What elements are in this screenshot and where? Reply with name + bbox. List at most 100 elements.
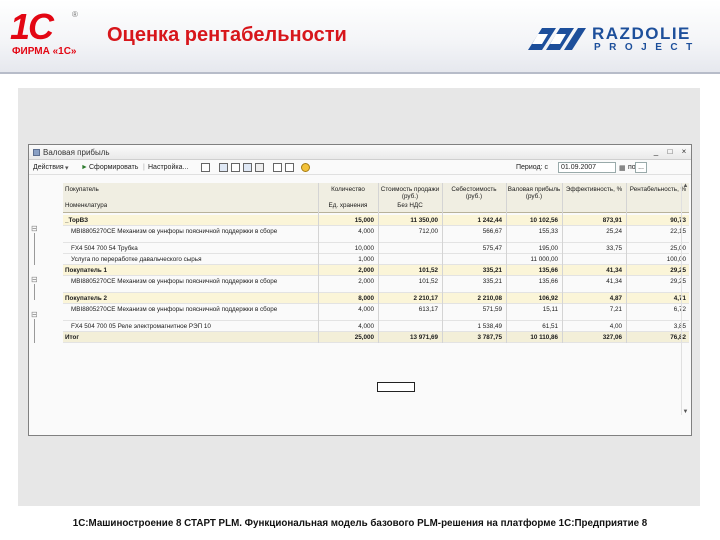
cell-sales: 613,17 — [418, 306, 438, 313]
cell-cost: 3 787,75 — [477, 334, 502, 341]
period-to-field[interactable]: ... — [635, 162, 647, 173]
row-name: Покупатель 2 — [65, 295, 108, 302]
cell-qty: 10,000 — [354, 245, 374, 252]
close-icon[interactable]: × — [679, 147, 689, 157]
help-icon[interactable] — [301, 163, 310, 172]
header-sales-net: Без НДС — [397, 202, 423, 209]
table-row[interactable]: MBI8805270CE Механизм ов уннфоры пояснич… — [63, 226, 689, 243]
cell-cost: 1 538,49 — [477, 323, 502, 330]
header-sales: Стоимость продажи (руб.) — [380, 186, 440, 200]
header-efficiency: Эффективность, % — [565, 186, 623, 193]
row-name: FX4 504 700 54 Трубка — [71, 245, 138, 252]
collapse-group-2-icon[interactable]: ⊟ — [31, 276, 38, 284]
cell-qty: 4,000 — [358, 323, 374, 330]
cell-qty: 25,000 — [354, 334, 374, 341]
collapse-group-3-icon[interactable]: ⊟ — [31, 311, 38, 319]
cell-sales: 712,00 — [418, 228, 438, 235]
calendar-icon[interactable]: ▦ — [619, 164, 626, 172]
slide-footer: 1С:Машиностроение 8 СТАРТ PLM. Функциона… — [72, 518, 648, 529]
row-name: Покупатель 1 — [65, 267, 108, 274]
cell-eff: 873,91 — [602, 217, 622, 224]
filter-icon[interactable] — [273, 163, 282, 172]
cell-eff: 25,24 — [606, 228, 622, 235]
table-row[interactable]: MBI8805270CE Механизм ов уннфоры пояснич… — [63, 304, 689, 321]
cell-gross: 15,11 — [542, 306, 558, 313]
cell-gross: 106,92 — [538, 295, 558, 302]
table-header: Покупатель Номенклатура Количество Ед. х… — [63, 183, 689, 213]
row-name: Итог — [65, 334, 79, 341]
cell-eff: 33,75 — [606, 245, 622, 252]
cell-qty: 8,000 — [358, 295, 374, 302]
actions-menu[interactable]: Действия — [33, 164, 64, 171]
cell-cost: 2 210,08 — [477, 295, 502, 302]
list-icon[interactable] — [231, 163, 240, 172]
cell-sales: 13 971,69 — [409, 334, 438, 341]
vertical-scrollbar[interactable]: ▲ ▼ — [681, 183, 689, 415]
cell-cost: 566,67 — [482, 228, 502, 235]
actions-chevron-down-icon[interactable]: ▾ — [65, 164, 69, 172]
cell-gross: 195,00 — [538, 245, 558, 252]
row-name: MBI8805270CE Механизм ов уннфоры пояснич… — [71, 278, 278, 285]
cell-qty: 2,000 — [358, 267, 374, 274]
cell-qty: 1,000 — [358, 256, 374, 263]
period-from-field[interactable]: 01.09.2007 — [558, 162, 616, 173]
cell-sales: 11 350,00 — [410, 217, 438, 224]
1c-logo-mark: 1С — [10, 6, 54, 47]
razdolie-logo: RAZDOLIE PROJECT — [522, 24, 712, 56]
header-gross: Валовая прибыль (руб.) — [507, 186, 561, 200]
scroll-down-icon[interactable]: ▼ — [682, 409, 689, 415]
table-row[interactable]: FX4 504 700 54 Трубка 10,000 575,47 195,00 3… — [63, 243, 689, 254]
slide-header: 1С ® ФИРМА «1С» Оценка рентабельности RA… — [0, 0, 720, 74]
header-unit: Ед. хранения — [328, 202, 368, 209]
table-row[interactable]: FX4 504 700 05 Реле электромагнитное РЭП… — [63, 321, 689, 332]
cell-sales: 2 210,17 — [413, 295, 438, 302]
cell-qty: 4,000 — [358, 228, 374, 235]
total-row[interactable]: Итог 25,000 13 971,69 3 787,75 10 110,86 327,… — [63, 332, 689, 343]
partner-sub: PROJECT — [594, 42, 701, 53]
1c-firma-label: ФИРМА «1С» — [12, 46, 77, 57]
header-profitability: Рентабельность, % — [629, 186, 687, 193]
report-table: Покупатель Номенклатура Количество Ед. х… — [63, 183, 691, 365]
generate-button[interactable]: Сформировать — [89, 164, 138, 171]
cell-eff: 7,21 — [609, 306, 622, 313]
collapse-group-1-icon[interactable]: ⊟ — [31, 225, 38, 233]
row-name: MBI8805270CE Механизм ов уннфоры пояснич… — [71, 306, 278, 313]
window-title: Валовая прибыль — [43, 148, 110, 157]
razdolie-mark-icon — [528, 28, 586, 50]
header-customer: Покупатель — [65, 186, 99, 193]
group-row[interactable]: Покупатель 1 2,000 101,52 335,21 135,66 41,34… — [63, 265, 689, 276]
cell-gross: 135,66 — [538, 278, 558, 285]
play-icon[interactable]: ► — [81, 164, 88, 171]
selection-rectangle — [377, 382, 415, 392]
print-icon[interactable] — [255, 163, 264, 172]
cell-qty: 15,000 — [354, 217, 374, 224]
cell-eff: 4,87 — [609, 295, 622, 302]
cell-cost: 575,47 — [482, 245, 502, 252]
maximize-icon[interactable]: □ — [665, 147, 675, 157]
partner-name: RAZDOLIE — [592, 24, 691, 43]
table-icon[interactable] — [243, 163, 252, 172]
slide-title: Оценка рентабельности — [107, 24, 347, 46]
report-settings-icon[interactable] — [219, 163, 228, 172]
row-name: MBI8805270CE Механизм ов уннфоры пояснич… — [71, 228, 278, 235]
group-row[interactable]: _ТорВЗ 15,000 11 350,00 1 242,44 10 102,56 87… — [63, 215, 689, 226]
scroll-up-icon[interactable]: ▲ — [682, 183, 689, 189]
table-row[interactable]: Услуга по переработке давальческого сырь… — [63, 254, 689, 265]
settings-button[interactable]: Настройка... — [148, 164, 188, 171]
cell-sales: 101,52 — [418, 278, 438, 285]
cell-cost: 571,59 — [482, 306, 502, 313]
minimize-icon[interactable]: _ — [651, 147, 661, 157]
document-icon[interactable] — [201, 163, 210, 172]
cell-gross: 61,51 — [542, 323, 558, 330]
row-name: _ТорВЗ — [65, 217, 89, 224]
table-row[interactable]: MBI8805270CE Механизм ов уннфоры пояснич… — [63, 276, 689, 293]
cell-prof: 3,85 — [673, 323, 686, 330]
cell-eff: 327,06 — [602, 334, 622, 341]
header-cost: Себестоимость (руб.) — [451, 186, 497, 200]
report-window: Валовая прибыль _ □ × Действия ▾ ► Сформ… — [28, 144, 692, 436]
group-row[interactable]: Покупатель 2 8,000 2 210,17 2 210,08 106,92 4… — [63, 293, 689, 304]
sort-icon[interactable] — [285, 163, 294, 172]
cell-prof: 4,71 — [673, 295, 686, 302]
cell-cost: 335,21 — [482, 278, 502, 285]
1c-logo: 1С ® ФИРМА «1С» — [10, 6, 80, 58]
